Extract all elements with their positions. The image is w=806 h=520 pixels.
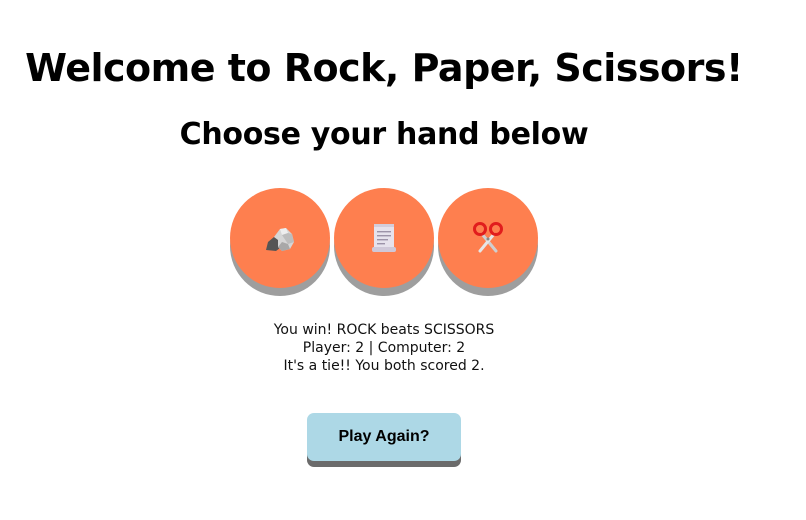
round-result-text: You win! ROCK beats SCISSORS: [273, 322, 495, 338]
paper-scroll-icon: [372, 224, 396, 252]
page-title: Welcome to Rock, Paper, Scissors!: [25, 46, 743, 90]
rock-icon: [266, 228, 294, 251]
play-again-button[interactable]: Play Again?: [307, 413, 461, 461]
page-subtitle: Choose your hand below: [179, 117, 589, 152]
paper-button[interactable]: [334, 188, 434, 288]
results-panel: You win! ROCK beats SCISSORS Player: 2 |…: [0, 321, 768, 375]
final-result-text: It's a tie!! You both scored 2.: [283, 358, 485, 374]
score-text: Player: 2 | Computer: 2: [302, 340, 466, 356]
hand-choices: [230, 188, 540, 300]
rock-button[interactable]: [230, 188, 330, 288]
scissors-icon: [473, 222, 503, 253]
scissors-button[interactable]: [438, 188, 538, 288]
